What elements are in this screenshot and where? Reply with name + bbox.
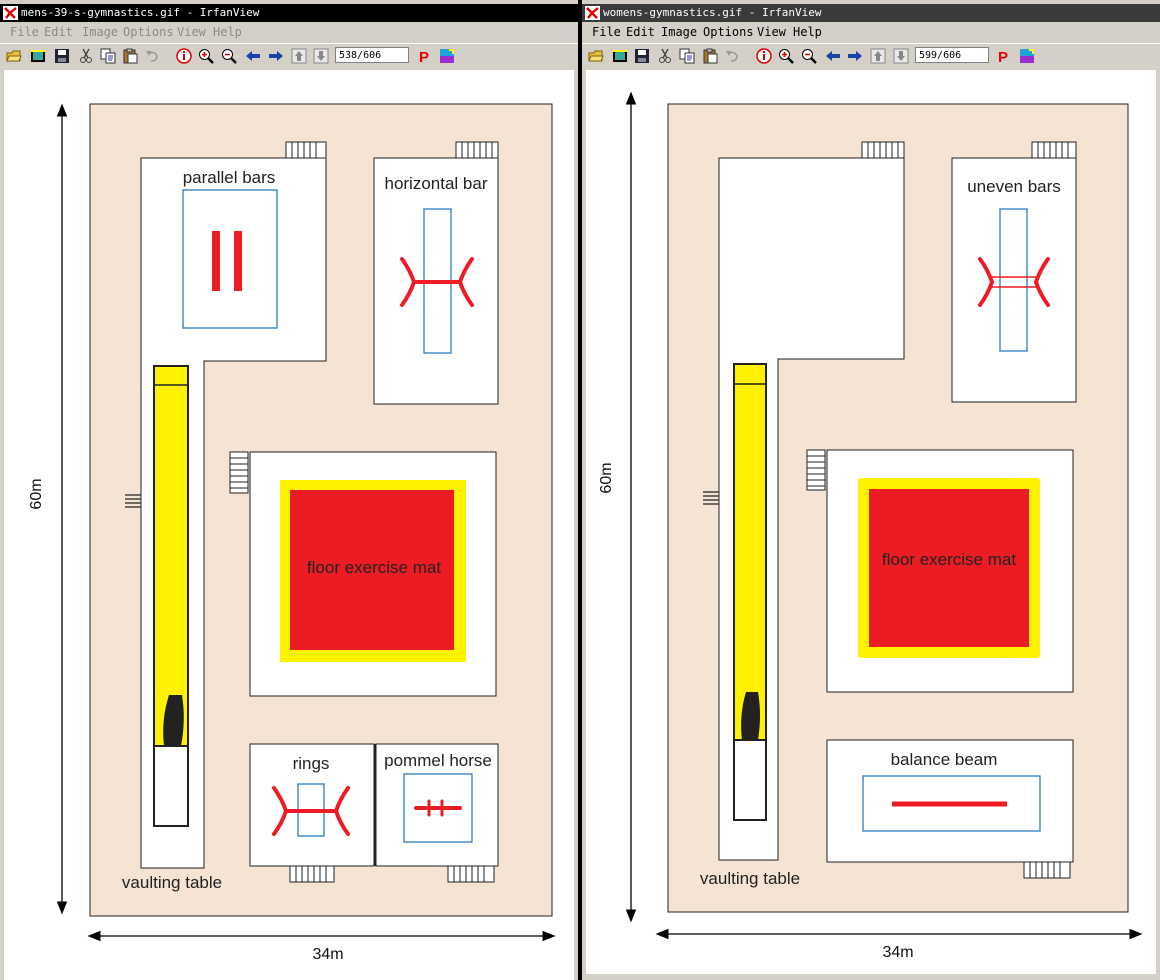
stairs: [455, 141, 499, 159]
parallel-bar-left: [212, 231, 220, 291]
width-label: 34m: [312, 946, 343, 963]
irfanview-window-mens: mens-39-s-gymnastics.gif - IrfanView Fil…: [0, 0, 578, 980]
width-label: 34m: [882, 944, 913, 961]
toolbar: 599/606 P: [582, 43, 1160, 70]
save-icon[interactable]: [634, 48, 650, 64]
length-label: 60m: [598, 462, 615, 493]
menu-edit[interactable]: Edit: [623, 23, 658, 42]
floor-mat-label: floor exercise mat: [882, 550, 1016, 569]
menu-file[interactable]: File: [589, 23, 624, 42]
womens-gymnastics-floor-plan: 60m 34m vaulting table uneven bars floor…: [598, 91, 1143, 961]
previous-icon[interactable]: [825, 48, 841, 64]
uneven-bars-label: uneven bars: [967, 177, 1061, 196]
menu-help[interactable]: Help: [790, 23, 825, 42]
window-title: womens-gymnastics.gif - IrfanView: [603, 6, 822, 19]
next-icon[interactable]: [847, 48, 863, 64]
save-icon[interactable]: [54, 48, 70, 64]
open-icon[interactable]: [588, 48, 604, 64]
mens-gymnastics-floor-plan: 60m 34m parallel bars vaulting table hor…: [28, 103, 556, 963]
undo-icon[interactable]: [144, 48, 160, 64]
image-canvas[interactable]: 60m 34m vaulting table uneven bars floor…: [586, 70, 1156, 974]
slideshow-icon[interactable]: [30, 48, 46, 64]
copy-icon[interactable]: [100, 48, 116, 64]
last-page-icon[interactable]: [893, 48, 909, 64]
paint-icon[interactable]: [1019, 48, 1035, 64]
zoom-out-icon[interactable]: [221, 48, 237, 64]
zoom-out-icon[interactable]: [801, 48, 817, 64]
next-icon[interactable]: [268, 48, 284, 64]
menu-bar: File Edit Image Options View Help: [582, 23, 1160, 42]
stairs: [1023, 861, 1071, 879]
menu-image[interactable]: Image: [658, 23, 700, 42]
stairs: [1031, 141, 1077, 159]
cut-icon[interactable]: [657, 48, 673, 64]
menu-file[interactable]: File: [7, 23, 42, 42]
svg-text:P: P: [419, 49, 429, 64]
previous-icon[interactable]: [245, 48, 261, 64]
stairs: [289, 865, 335, 883]
undo-icon[interactable]: [724, 48, 740, 64]
title-bar[interactable]: mens-39-s-gymnastics.gif - IrfanView: [0, 4, 578, 22]
first-page-icon[interactable]: [291, 48, 307, 64]
svg-text:P: P: [998, 49, 1008, 64]
parallel-bars-label: parallel bars: [183, 168, 276, 187]
menu-image[interactable]: Image: [79, 23, 121, 42]
open-icon[interactable]: [6, 48, 22, 64]
stairs: [806, 449, 826, 491]
print-icon[interactable]: P: [996, 48, 1012, 64]
image-canvas[interactable]: 60m 34m parallel bars vaulting table hor…: [4, 70, 574, 980]
slideshow-icon[interactable]: [612, 48, 628, 64]
horizontal-bar-label: horizontal bar: [384, 174, 487, 193]
last-page-icon[interactable]: [313, 48, 329, 64]
rings-label: rings: [293, 754, 330, 773]
irfanview-app-icon: [585, 6, 600, 20]
balance-beam-label: balance beam: [891, 750, 998, 769]
info-icon[interactable]: [176, 48, 192, 64]
first-page-icon[interactable]: [870, 48, 886, 64]
menu-view[interactable]: View: [754, 23, 789, 42]
parallel-bar-right: [234, 231, 242, 291]
cut-icon[interactable]: [78, 48, 94, 64]
menu-bar: File Edit Image Options View Help: [0, 23, 578, 42]
menu-edit[interactable]: Edit: [41, 23, 76, 42]
vaulting-table-label: vaulting table: [700, 869, 800, 888]
vaulting-table-label: vaulting table: [122, 873, 222, 892]
zoom-in-icon[interactable]: [198, 48, 214, 64]
paste-icon[interactable]: [122, 48, 138, 64]
zoom-in-icon[interactable]: [778, 48, 794, 64]
stairs: [447, 865, 495, 883]
menu-help[interactable]: Help: [210, 23, 245, 42]
menu-options[interactable]: Options: [700, 23, 757, 42]
stairs: [229, 451, 249, 494]
window-title: mens-39-s-gymnastics.gif - IrfanView: [21, 6, 260, 19]
title-bar[interactable]: womens-gymnastics.gif - IrfanView: [582, 4, 1160, 22]
page-counter-field[interactable]: 599/606: [915, 47, 989, 63]
menu-options[interactable]: Options: [120, 23, 177, 42]
vaulting-table-landing: [153, 745, 189, 827]
paint-icon[interactable]: [439, 48, 455, 64]
toolbar: 538/606 P: [0, 43, 578, 70]
print-icon[interactable]: P: [417, 48, 433, 64]
stairs: [861, 141, 905, 159]
length-label: 60m: [28, 478, 45, 509]
floor-mat-label: floor exercise mat: [307, 558, 441, 577]
info-icon[interactable]: [756, 48, 772, 64]
copy-icon[interactable]: [679, 48, 695, 64]
paste-icon[interactable]: [702, 48, 718, 64]
irfanview-app-icon: [3, 6, 18, 20]
vaulting-table-landing: [733, 739, 767, 821]
stairs: [285, 141, 327, 159]
irfanview-window-womens: womens-gymnastics.gif - IrfanView File E…: [582, 0, 1160, 980]
menu-view[interactable]: View: [174, 23, 209, 42]
pommel-horse-label: pommel horse: [384, 751, 492, 770]
page-counter-field[interactable]: 538/606: [335, 47, 409, 63]
